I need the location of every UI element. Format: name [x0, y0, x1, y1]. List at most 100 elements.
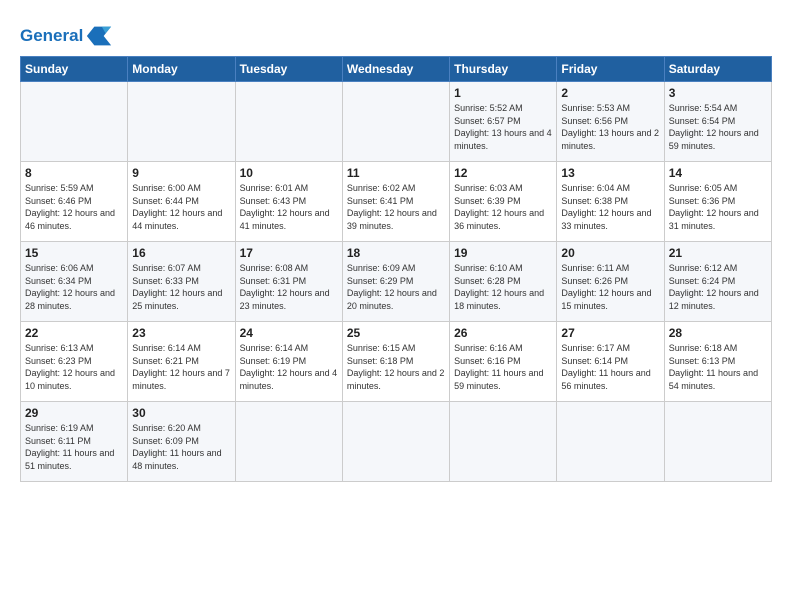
calendar-cell: [235, 402, 342, 482]
day-number: 27: [561, 326, 659, 340]
calendar-cell: 19 Sunrise: 6:10 AMSunset: 6:28 PMDaylig…: [450, 242, 557, 322]
cell-info: Sunrise: 6:09 AMSunset: 6:29 PMDaylight:…: [347, 263, 437, 311]
calendar-cell: 27 Sunrise: 6:17 AMSunset: 6:14 PMDaylig…: [557, 322, 664, 402]
calendar-cell: 2 Sunrise: 5:53 AMSunset: 6:56 PMDayligh…: [557, 82, 664, 162]
cell-info: Sunrise: 6:03 AMSunset: 6:39 PMDaylight:…: [454, 183, 544, 231]
calendar-cell: 21 Sunrise: 6:12 AMSunset: 6:24 PMDaylig…: [664, 242, 771, 322]
cell-info: Sunrise: 6:07 AMSunset: 6:33 PMDaylight:…: [132, 263, 222, 311]
calendar-cell: 11 Sunrise: 6:02 AMSunset: 6:41 PMDaylig…: [342, 162, 449, 242]
calendar-cell: [342, 402, 449, 482]
calendar-cell: [21, 82, 128, 162]
cell-info: Sunrise: 6:08 AMSunset: 6:31 PMDaylight:…: [240, 263, 330, 311]
cell-info: Sunrise: 6:16 AMSunset: 6:16 PMDaylight:…: [454, 343, 543, 391]
calendar-cell: 20 Sunrise: 6:11 AMSunset: 6:26 PMDaylig…: [557, 242, 664, 322]
calendar-cell: 17 Sunrise: 6:08 AMSunset: 6:31 PMDaylig…: [235, 242, 342, 322]
cell-info: Sunrise: 6:01 AMSunset: 6:43 PMDaylight:…: [240, 183, 330, 231]
cell-info: Sunrise: 6:02 AMSunset: 6:41 PMDaylight:…: [347, 183, 437, 231]
calendar-cell: [557, 402, 664, 482]
day-number: 28: [669, 326, 767, 340]
cell-info: Sunrise: 6:18 AMSunset: 6:13 PMDaylight:…: [669, 343, 758, 391]
cell-info: Sunrise: 6:11 AMSunset: 6:26 PMDaylight:…: [561, 263, 651, 311]
day-number: 9: [132, 166, 230, 180]
header-cell-thursday: Thursday: [450, 57, 557, 82]
cell-info: Sunrise: 6:12 AMSunset: 6:24 PMDaylight:…: [669, 263, 759, 311]
day-number: 21: [669, 246, 767, 260]
day-number: 11: [347, 166, 445, 180]
cell-info: Sunrise: 6:14 AMSunset: 6:21 PMDaylight:…: [132, 343, 230, 391]
cell-info: Sunrise: 6:19 AMSunset: 6:11 PMDaylight:…: [25, 423, 114, 471]
header-cell-tuesday: Tuesday: [235, 57, 342, 82]
calendar-cell: 16 Sunrise: 6:07 AMSunset: 6:33 PMDaylig…: [128, 242, 235, 322]
cell-info: Sunrise: 6:13 AMSunset: 6:23 PMDaylight:…: [25, 343, 115, 391]
day-number: 30: [132, 406, 230, 420]
week-row-4: 29 Sunrise: 6:19 AMSunset: 6:11 PMDaylig…: [21, 402, 772, 482]
day-number: 8: [25, 166, 123, 180]
day-number: 12: [454, 166, 552, 180]
calendar-cell: [342, 82, 449, 162]
day-number: 1: [454, 86, 552, 100]
day-number: 16: [132, 246, 230, 260]
cell-info: Sunrise: 6:05 AMSunset: 6:36 PMDaylight:…: [669, 183, 759, 231]
week-row-3: 22 Sunrise: 6:13 AMSunset: 6:23 PMDaylig…: [21, 322, 772, 402]
day-number: 20: [561, 246, 659, 260]
day-number: 3: [669, 86, 767, 100]
calendar-cell: 15 Sunrise: 6:06 AMSunset: 6:34 PMDaylig…: [21, 242, 128, 322]
day-number: 24: [240, 326, 338, 340]
day-number: 2: [561, 86, 659, 100]
week-row-1: 8 Sunrise: 5:59 AMSunset: 6:46 PMDayligh…: [21, 162, 772, 242]
header-cell-friday: Friday: [557, 57, 664, 82]
day-number: 19: [454, 246, 552, 260]
calendar-cell: 28 Sunrise: 6:18 AMSunset: 6:13 PMDaylig…: [664, 322, 771, 402]
logo: General: [20, 22, 113, 48]
week-row-0: 1 Sunrise: 5:52 AMSunset: 6:57 PMDayligh…: [21, 82, 772, 162]
header: General: [20, 18, 772, 48]
page: General SundayMondayTuesdayWednesdayThur…: [0, 0, 792, 612]
cell-info: Sunrise: 6:06 AMSunset: 6:34 PMDaylight:…: [25, 263, 115, 311]
calendar-cell: [128, 82, 235, 162]
day-number: 26: [454, 326, 552, 340]
day-number: 13: [561, 166, 659, 180]
calendar-cell: 9 Sunrise: 6:00 AMSunset: 6:44 PMDayligh…: [128, 162, 235, 242]
calendar-cell: 8 Sunrise: 5:59 AMSunset: 6:46 PMDayligh…: [21, 162, 128, 242]
cell-info: Sunrise: 6:17 AMSunset: 6:14 PMDaylight:…: [561, 343, 650, 391]
logo-text: General: [20, 26, 83, 46]
day-number: 18: [347, 246, 445, 260]
cell-info: Sunrise: 6:00 AMSunset: 6:44 PMDaylight:…: [132, 183, 222, 231]
cell-info: Sunrise: 6:15 AMSunset: 6:18 PMDaylight:…: [347, 343, 445, 391]
calendar-table: SundayMondayTuesdayWednesdayThursdayFrid…: [20, 56, 772, 482]
cell-info: Sunrise: 5:52 AMSunset: 6:57 PMDaylight:…: [454, 103, 552, 151]
header-cell-monday: Monday: [128, 57, 235, 82]
calendar-cell: 13 Sunrise: 6:04 AMSunset: 6:38 PMDaylig…: [557, 162, 664, 242]
day-number: 15: [25, 246, 123, 260]
calendar-cell: 30 Sunrise: 6:20 AMSunset: 6:09 PMDaylig…: [128, 402, 235, 482]
cell-info: Sunrise: 5:54 AMSunset: 6:54 PMDaylight:…: [669, 103, 759, 151]
calendar-cell: 24 Sunrise: 6:14 AMSunset: 6:19 PMDaylig…: [235, 322, 342, 402]
header-cell-wednesday: Wednesday: [342, 57, 449, 82]
cell-info: Sunrise: 6:04 AMSunset: 6:38 PMDaylight:…: [561, 183, 651, 231]
calendar-cell: [450, 402, 557, 482]
calendar-cell: [235, 82, 342, 162]
logo-icon: [85, 22, 113, 50]
calendar-cell: [664, 402, 771, 482]
calendar-cell: 29 Sunrise: 6:19 AMSunset: 6:11 PMDaylig…: [21, 402, 128, 482]
day-number: 14: [669, 166, 767, 180]
day-number: 22: [25, 326, 123, 340]
calendar-cell: 10 Sunrise: 6:01 AMSunset: 6:43 PMDaylig…: [235, 162, 342, 242]
calendar-cell: 26 Sunrise: 6:16 AMSunset: 6:16 PMDaylig…: [450, 322, 557, 402]
calendar-cell: 14 Sunrise: 6:05 AMSunset: 6:36 PMDaylig…: [664, 162, 771, 242]
day-number: 17: [240, 246, 338, 260]
day-number: 25: [347, 326, 445, 340]
calendar-cell: 3 Sunrise: 5:54 AMSunset: 6:54 PMDayligh…: [664, 82, 771, 162]
day-number: 10: [240, 166, 338, 180]
cell-info: Sunrise: 6:10 AMSunset: 6:28 PMDaylight:…: [454, 263, 544, 311]
day-number: 23: [132, 326, 230, 340]
calendar-cell: 22 Sunrise: 6:13 AMSunset: 6:23 PMDaylig…: [21, 322, 128, 402]
calendar-cell: 18 Sunrise: 6:09 AMSunset: 6:29 PMDaylig…: [342, 242, 449, 322]
calendar-cell: 1 Sunrise: 5:52 AMSunset: 6:57 PMDayligh…: [450, 82, 557, 162]
header-cell-sunday: Sunday: [21, 57, 128, 82]
cell-info: Sunrise: 5:53 AMSunset: 6:56 PMDaylight:…: [561, 103, 659, 151]
header-row: SundayMondayTuesdayWednesdayThursdayFrid…: [21, 57, 772, 82]
week-row-2: 15 Sunrise: 6:06 AMSunset: 6:34 PMDaylig…: [21, 242, 772, 322]
header-cell-saturday: Saturday: [664, 57, 771, 82]
cell-info: Sunrise: 5:59 AMSunset: 6:46 PMDaylight:…: [25, 183, 115, 231]
